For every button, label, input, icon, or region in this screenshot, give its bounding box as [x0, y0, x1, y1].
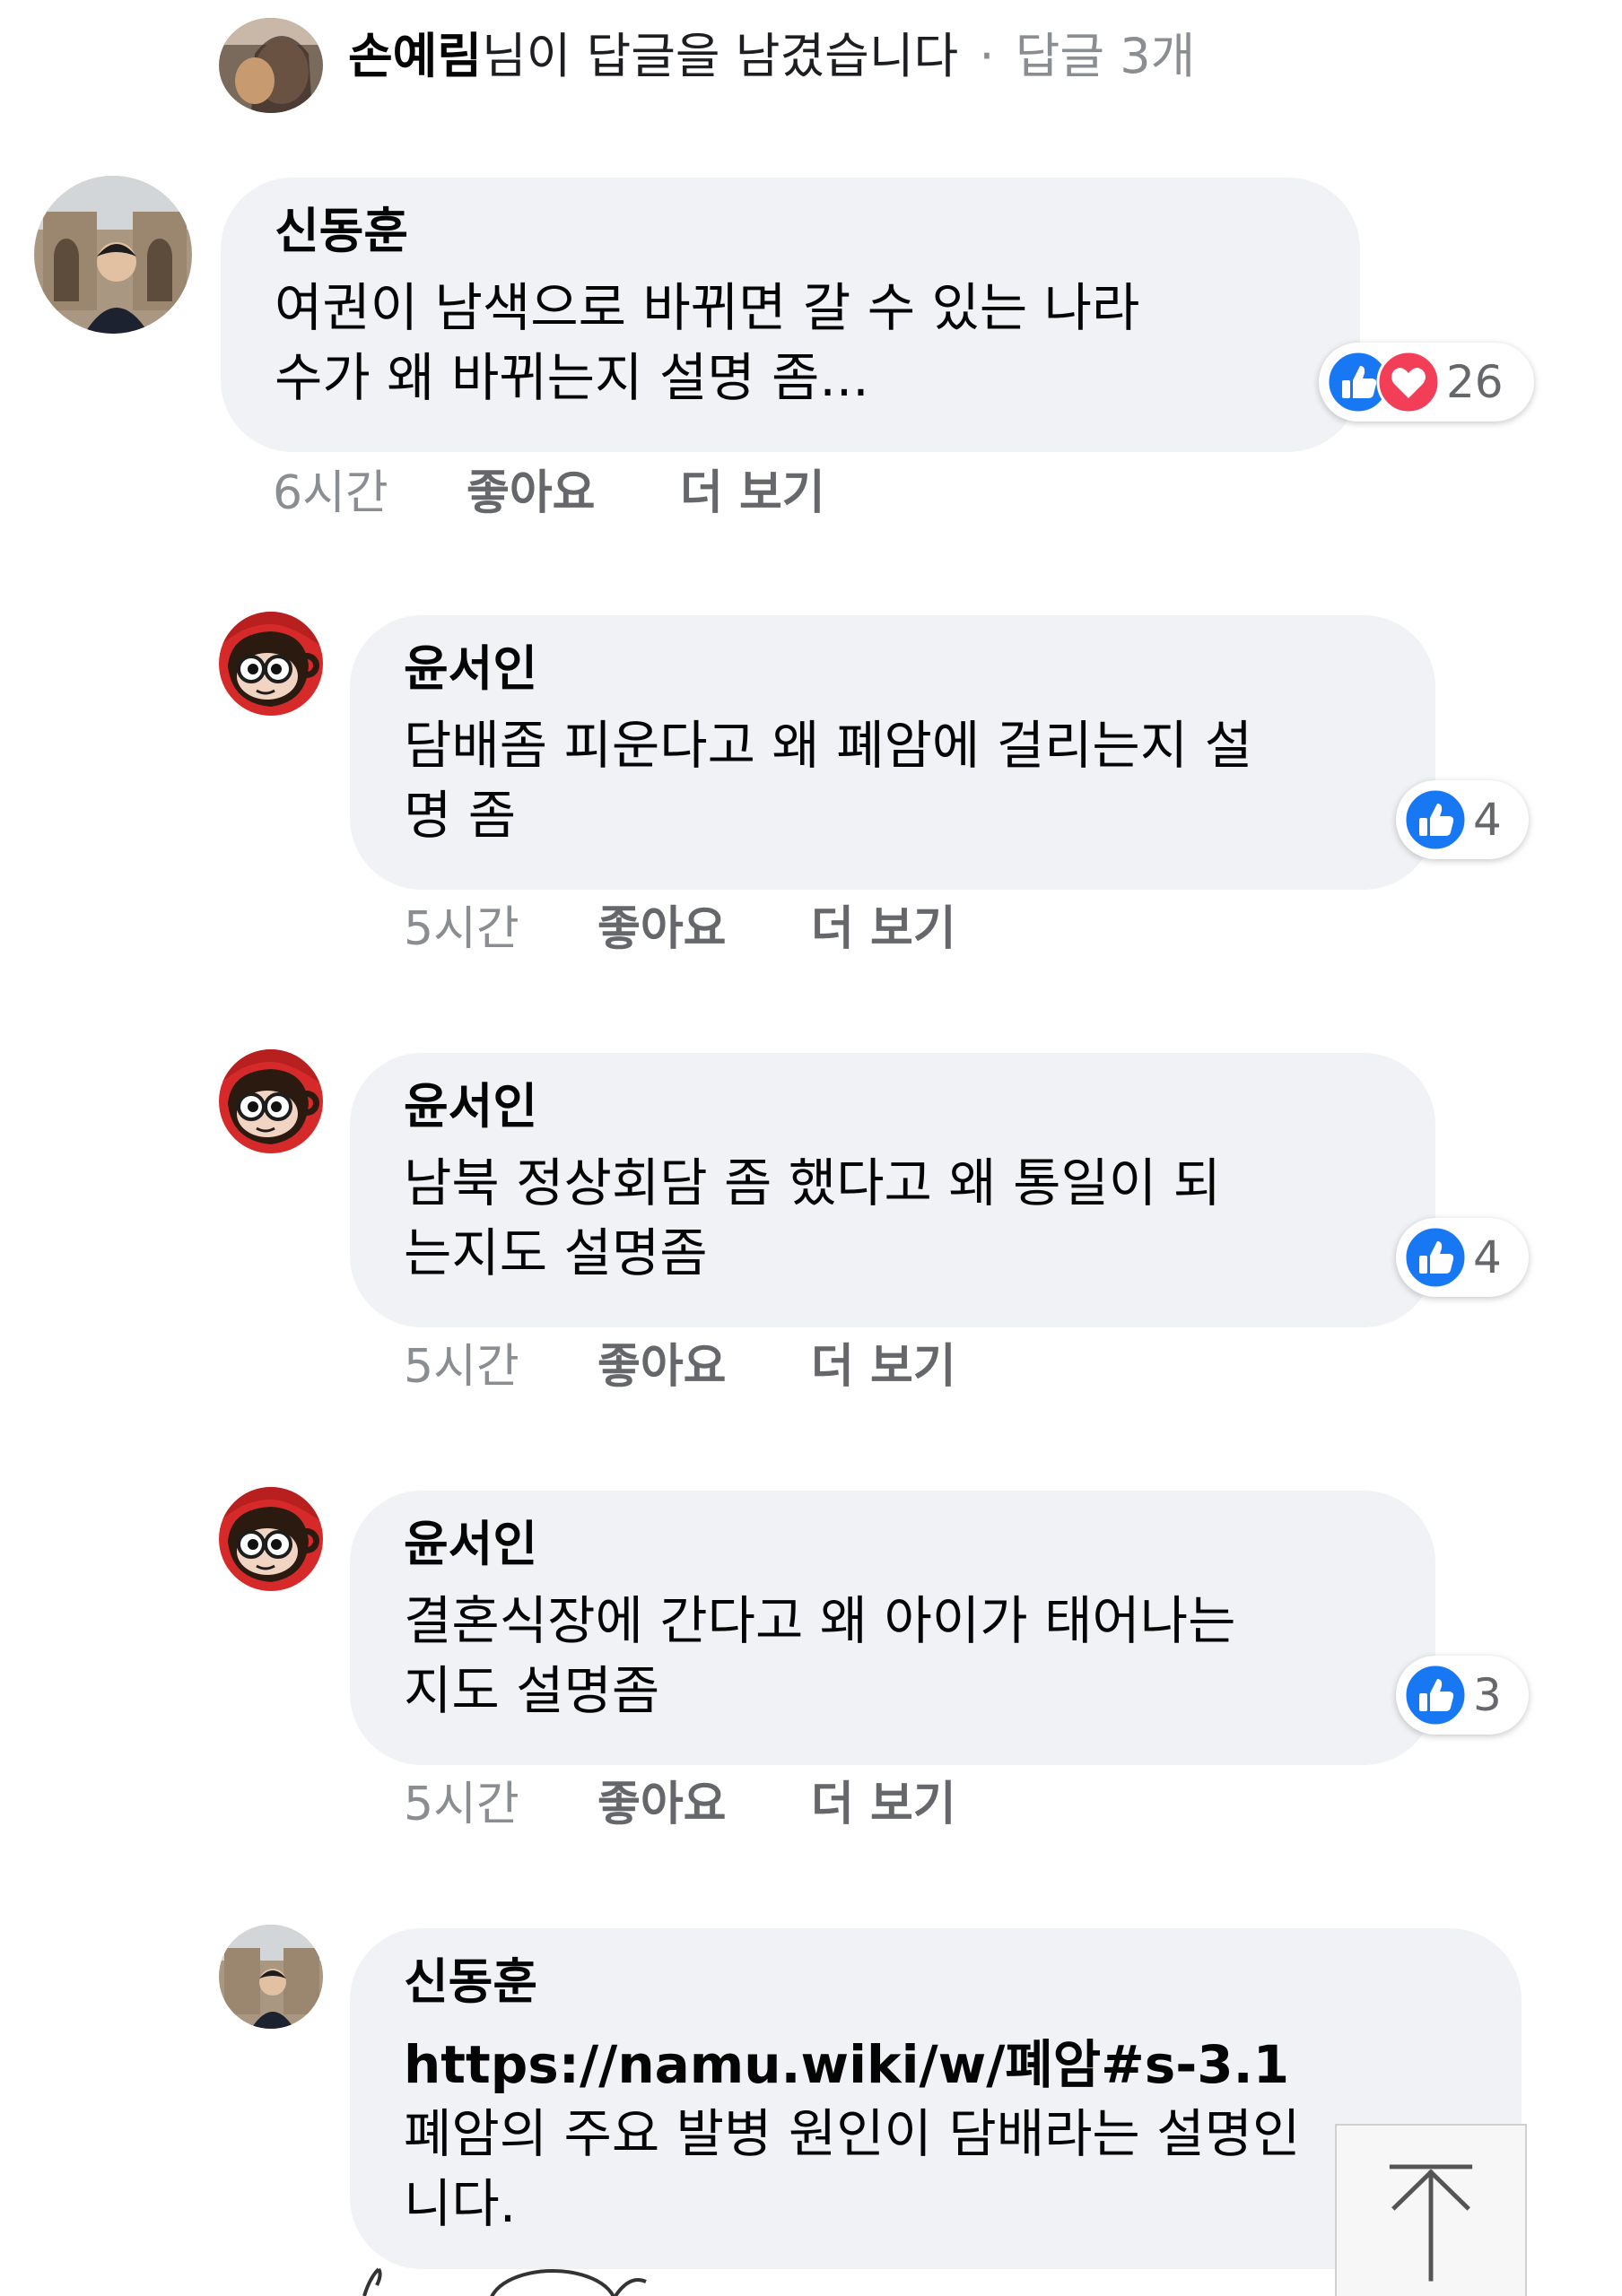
reply-reactions[interactable]: 4: [1396, 780, 1529, 859]
like-button[interactable]: 좋아요: [467, 457, 680, 529]
comment-text: 여권이 남색으로 바뀌면 갈 수 있는 나라 수가 왜 바뀌는지 설명 좀...: [275, 277, 1140, 408]
comment-bubble[interactable]: 신동훈 여권이 남색으로 바뀌면 갈 수 있는 나라 수가 왜 바뀌는지 설명 …: [221, 178, 1360, 452]
reply-avatar[interactable]: [219, 1049, 323, 1153]
more-button[interactable]: 더 보기: [811, 1769, 956, 1840]
reply-bubble[interactable]: 윤서인 담배좀 피운다고 왜 폐암에 걸리는지 설 명 좀: [350, 615, 1435, 890]
like-icon: [1403, 1663, 1468, 1727]
comment-actions: 6시간 좋아요 더 보기: [273, 457, 825, 529]
separator-dot: ·: [979, 28, 995, 84]
reply-text: 결혼식장에 간다고 왜 아이가 태어나는 지도 설명좀: [404, 1590, 1236, 1721]
next-comment-preview: [346, 2242, 1333, 2296]
reply-avatar[interactable]: [219, 1487, 323, 1591]
reply-reactions[interactable]: 3: [1396, 1656, 1529, 1735]
reply-avatar[interactable]: [219, 1925, 323, 2029]
reply-text: 폐암의 주요 발병 원인이 담배라는 설명인 니다.: [404, 2103, 1301, 2234]
reply-reactions[interactable]: 4: [1396, 1218, 1529, 1297]
reply-link[interactable]: https://namu.wiki/w/폐암#s-3.1: [404, 2031, 1468, 2099]
commenter-avatar[interactable]: [34, 176, 192, 334]
reaction-count: 3: [1473, 1669, 1502, 1721]
more-button[interactable]: 더 보기: [811, 1331, 956, 1403]
reply-bubble[interactable]: 윤서인 남북 정상회담 좀 했다고 왜 통일이 되 는지도 설명좀: [350, 1053, 1435, 1327]
reply-bubble[interactable]: 윤서인 결혼식장에 간다고 왜 아이가 태어나는 지도 설명좀: [350, 1491, 1435, 1765]
reply-actions: 5시간 좋아요 더 보기: [404, 1331, 956, 1403]
more-button[interactable]: 더 보기: [680, 457, 825, 529]
replier-avatar[interactable]: [219, 18, 323, 113]
replier-name[interactable]: 손예림: [348, 28, 482, 84]
like-button[interactable]: 좋아요: [597, 893, 811, 965]
reply-actions: 5시간 좋아요 더 보기: [404, 893, 956, 965]
reaction-count: 4: [1473, 1231, 1502, 1283]
comment-reactions[interactable]: 26: [1319, 343, 1534, 422]
scroll-to-top-button[interactable]: [1335, 2124, 1527, 2296]
reply-author[interactable]: 윤서인: [404, 637, 1382, 701]
reply-avatar[interactable]: [219, 612, 323, 716]
reaction-count: 26: [1446, 356, 1504, 408]
like-icon: [1403, 787, 1468, 852]
comment-author[interactable]: 신동훈: [275, 199, 1306, 264]
reply-notice-text: 님이 답글을 남겼습니다: [482, 28, 959, 84]
reply-time[interactable]: 5시간: [404, 1769, 597, 1840]
reply-notice[interactable]: 손예림님이 답글을 남겼습니다 · 답글 3개: [348, 25, 1195, 88]
love-icon: [1376, 350, 1441, 414]
reply-text: 담배좀 피운다고 왜 폐암에 걸리는지 설 명 좀: [404, 715, 1252, 846]
reply-time[interactable]: 5시간: [404, 893, 597, 965]
reply-actions: 5시간 좋아요 더 보기: [404, 1769, 956, 1840]
comment-time[interactable]: 6시간: [273, 457, 467, 529]
reply-author[interactable]: 윤서인: [404, 1074, 1382, 1139]
reply-text: 남북 정상회담 좀 했다고 왜 통일이 되 는지도 설명좀: [404, 1152, 1222, 1283]
reply-time[interactable]: 5시간: [404, 1331, 597, 1403]
reply-author[interactable]: 윤서인: [404, 1512, 1382, 1577]
like-button[interactable]: 좋아요: [597, 1331, 811, 1403]
reaction-count: 4: [1473, 794, 1502, 846]
like-icon: [1403, 1225, 1468, 1290]
like-button[interactable]: 좋아요: [597, 1769, 811, 1840]
reply-count-link[interactable]: 답글 3개: [1016, 28, 1196, 84]
reply-author[interactable]: 신동훈: [404, 1950, 1468, 2014]
arrow-up-icon: [1389, 2164, 1473, 2282]
more-button[interactable]: 더 보기: [811, 893, 956, 965]
